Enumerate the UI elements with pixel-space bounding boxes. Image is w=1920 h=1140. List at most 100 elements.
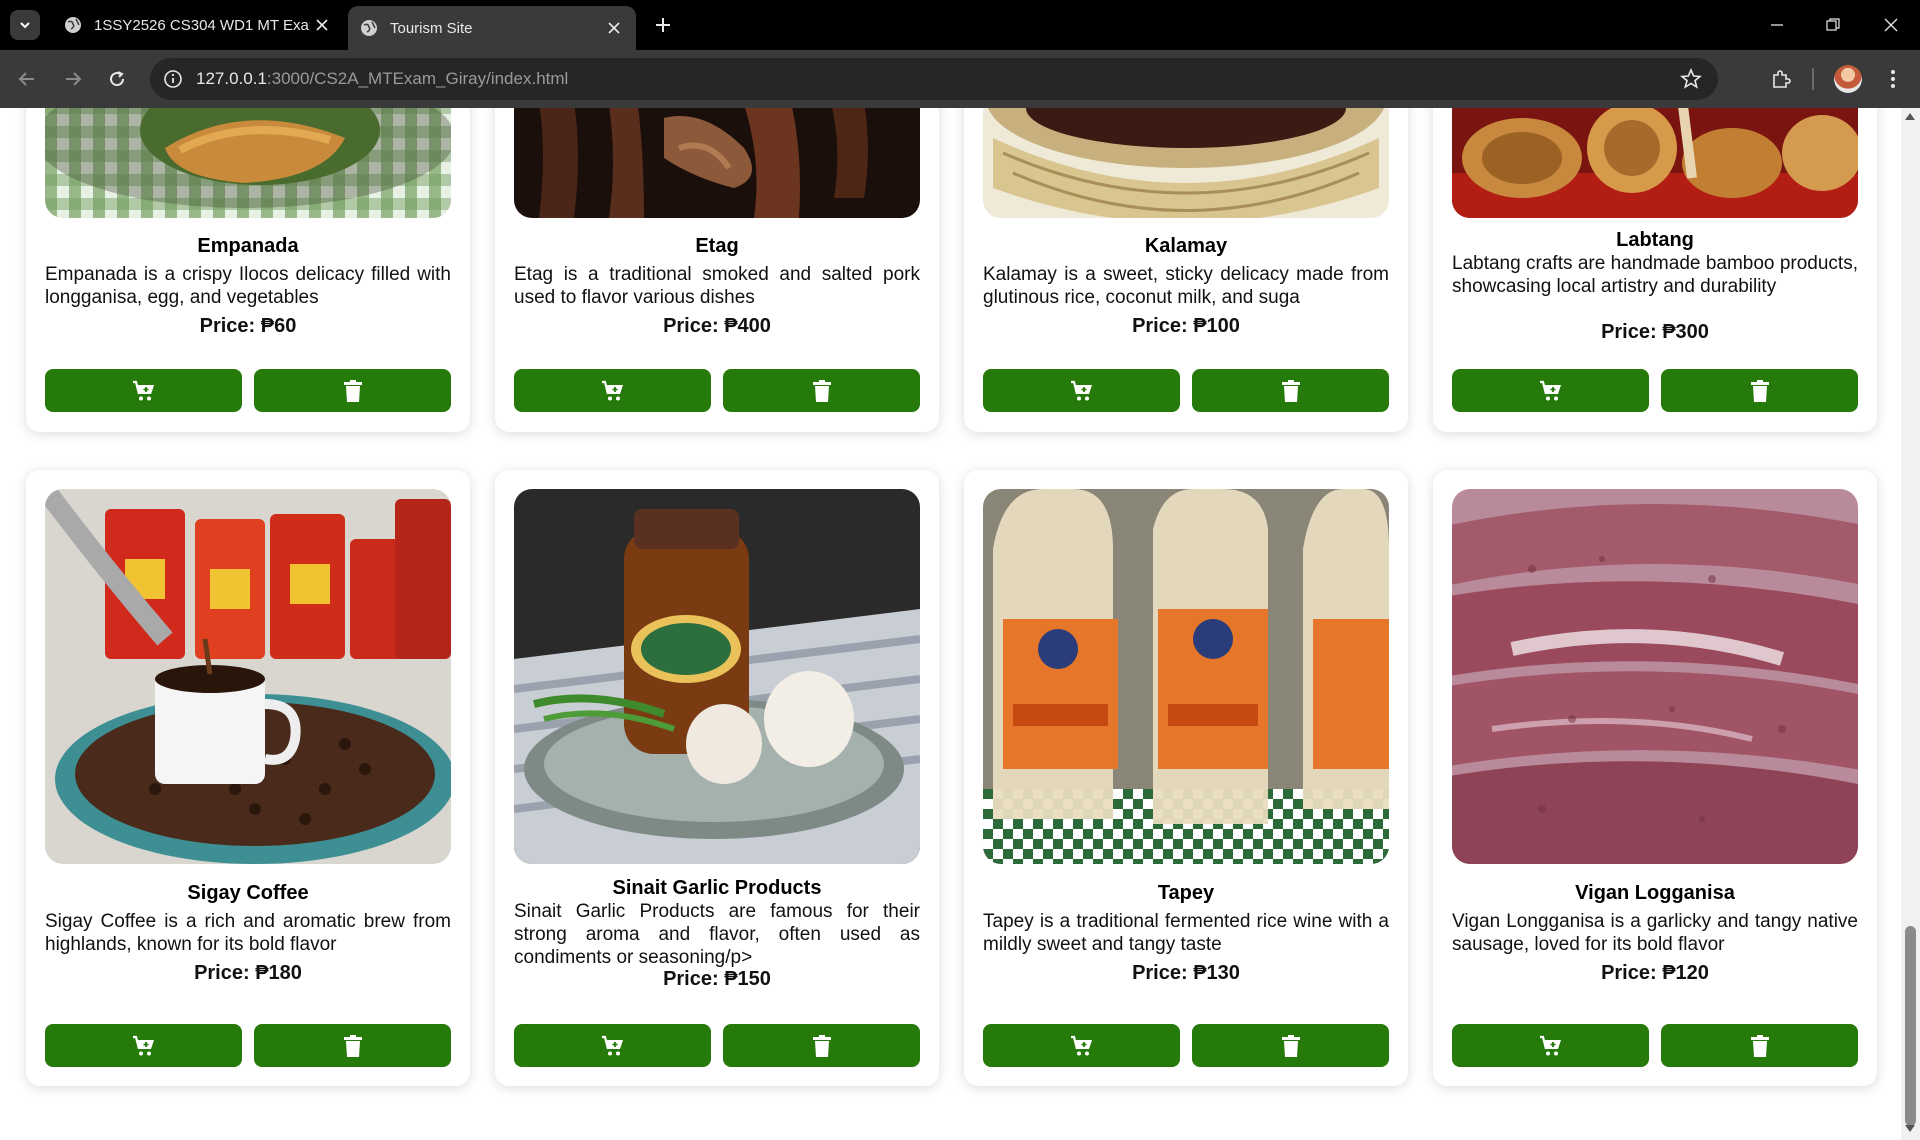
product-price: Price: ₱100 (1132, 315, 1240, 337)
globe-icon (65, 17, 81, 33)
address-url[interactable]: 127.0.0.1:3000/CS2A_MTExam_Giray/index.h… (196, 69, 568, 89)
extensions-button[interactable] (1768, 66, 1794, 92)
product-price: Price: ₱300 (1601, 321, 1709, 343)
delete-button[interactable] (1661, 1024, 1858, 1067)
address-bar[interactable]: 127.0.0.1:3000/CS2A_MTExam_Giray/index.h… (150, 58, 1718, 100)
toolbar-divider (1812, 68, 1814, 90)
delete-button[interactable] (723, 369, 920, 412)
browser-tab[interactable]: 1SSY2526 CS304 WD1 MT Exam (52, 6, 344, 44)
globe-icon (361, 20, 377, 36)
back-button[interactable] (14, 66, 40, 92)
trash-icon (1281, 379, 1300, 402)
product-name: Kalamay (1144, 235, 1228, 257)
page-viewport: Empanada Empanada is a crispy Ilocos del… (0, 108, 1901, 1140)
profile-avatar[interactable] (1834, 65, 1862, 93)
product-card: Tapey Tapey is a traditional fermented r… (964, 470, 1408, 1086)
cart-plus-icon (601, 1035, 623, 1055)
product-name: Labtang (1616, 229, 1694, 251)
delete-button[interactable] (723, 1024, 920, 1067)
restore-button[interactable] (1820, 12, 1846, 38)
add-to-cart-button[interactable] (45, 1024, 242, 1067)
product-name: Tapey (1157, 882, 1215, 904)
bookmark-star-icon[interactable] (1680, 68, 1702, 90)
product-description: Sinait Garlic Products are famous for th… (514, 901, 920, 968)
url-path: :3000/CS2A_MTExam_Giray/index.html (266, 69, 569, 88)
trash-icon (343, 379, 362, 402)
reload-button[interactable] (104, 66, 130, 92)
browser-tab-active[interactable]: Tourism Site (348, 6, 636, 50)
product-name: Sigay Coffee (187, 882, 309, 904)
product-price: Price: ₱400 (663, 315, 771, 337)
close-tab-button[interactable] (310, 13, 334, 37)
minimize-button[interactable] (1764, 12, 1790, 38)
scrollbar-thumb[interactable] (1905, 926, 1916, 1126)
cart-plus-icon (132, 380, 154, 400)
scroll-up-arrow-icon[interactable] (1905, 113, 1915, 120)
product-card: Empanada Empanada is a crispy Ilocos del… (26, 108, 470, 432)
cart-plus-icon (601, 380, 623, 400)
minimize-icon (1771, 24, 1783, 26)
page-scrollbar[interactable] (1901, 108, 1920, 1140)
reload-icon (110, 71, 125, 87)
new-tab-button[interactable] (650, 12, 676, 38)
cart-plus-icon (1539, 1035, 1561, 1055)
product-description: Empanada is a crispy Ilocos delicacy fil… (45, 264, 451, 308)
product-image (45, 489, 451, 864)
product-image (45, 108, 451, 218)
tab-search-button[interactable] (10, 10, 40, 40)
tab-title: 1SSY2526 CS304 WD1 MT Exam (94, 16, 310, 34)
add-to-cart-button[interactable] (514, 369, 711, 412)
product-image (514, 489, 920, 864)
scroll-down-arrow-icon[interactable] (1905, 1125, 1915, 1132)
close-icon (608, 22, 620, 34)
forward-button[interactable] (60, 66, 86, 92)
delete-button[interactable] (1192, 369, 1389, 412)
product-price: Price: ₱60 (199, 315, 297, 337)
chevron-down-icon (20, 22, 30, 29)
product-price: Price: ₱130 (1132, 962, 1240, 984)
delete-button[interactable] (254, 1024, 451, 1067)
delete-button[interactable] (1661, 369, 1858, 412)
delete-button[interactable] (1192, 1024, 1389, 1067)
product-description: Tapey is a traditional fermented rice wi… (983, 911, 1389, 955)
trash-icon (812, 379, 831, 402)
trash-icon (812, 1034, 831, 1057)
arrow-left-icon (18, 72, 34, 86)
product-image (1452, 489, 1858, 864)
browser-tab-bar: 1SSY2526 CS304 WD1 MT Exam Tourism Site (0, 0, 1920, 50)
product-image (1452, 108, 1858, 218)
trash-icon (1281, 1034, 1300, 1057)
site-info-icon[interactable] (162, 68, 184, 90)
browser-menu-button[interactable] (1880, 66, 1906, 92)
close-tab-button[interactable] (602, 16, 626, 40)
puzzle-icon (1773, 70, 1791, 88)
restore-icon (1826, 18, 1840, 31)
product-price: Price: ₱150 (663, 968, 771, 990)
add-to-cart-button[interactable] (45, 369, 242, 412)
vigan-longganisa-photo (1452, 489, 1858, 864)
trash-icon (1750, 379, 1769, 402)
product-card: Sigay Coffee Sigay Coffee is a rich and … (26, 470, 470, 1086)
close-window-button[interactable] (1878, 12, 1904, 38)
product-image (983, 489, 1389, 864)
product-name: Empanada (197, 235, 299, 257)
add-to-cart-button[interactable] (983, 1024, 1180, 1067)
arrow-right-icon (66, 72, 82, 86)
add-to-cart-button[interactable] (983, 369, 1180, 412)
sigay-coffee-photo (45, 489, 451, 864)
product-description: Sigay Coffee is a rich and aromatic brew… (45, 911, 451, 955)
product-card: Kalamay Kalamay is a sweet, sticky delic… (964, 108, 1408, 432)
sinait-garlic-photo (514, 489, 920, 864)
product-name: Etag (695, 235, 739, 257)
add-to-cart-button[interactable] (1452, 369, 1649, 412)
etag-photo (514, 108, 920, 218)
close-icon (316, 19, 328, 31)
product-card: Etag Etag is a traditional smoked and sa… (495, 108, 939, 432)
delete-button[interactable] (254, 369, 451, 412)
add-to-cart-button[interactable] (1452, 1024, 1649, 1067)
plus-icon (656, 18, 670, 32)
add-to-cart-button[interactable] (514, 1024, 711, 1067)
tab-title: Tourism Site (390, 19, 473, 37)
empanada-photo (45, 108, 451, 218)
product-name: Vigan Logganisa (1575, 882, 1735, 904)
